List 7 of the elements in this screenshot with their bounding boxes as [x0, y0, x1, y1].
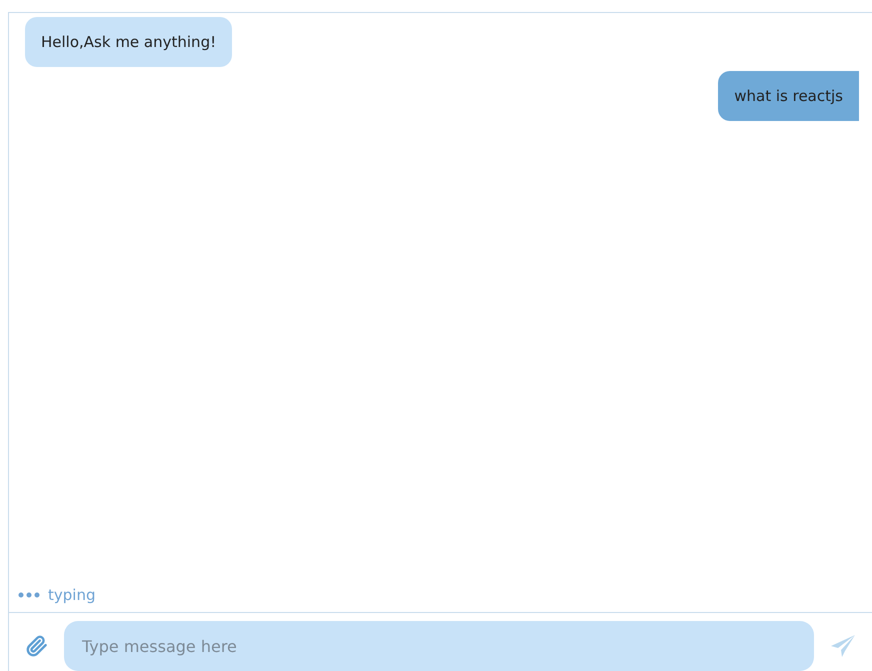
received-message: Hello,Ask me anything! — [25, 17, 232, 67]
typing-dots-icon — [18, 592, 40, 598]
typing-label: typing — [48, 586, 96, 604]
sent-message: what is reactjs — [718, 71, 859, 121]
message-input[interactable]: Type message here — [64, 621, 814, 671]
paperclip-icon[interactable] — [26, 633, 48, 659]
send-icon[interactable] — [830, 634, 856, 658]
